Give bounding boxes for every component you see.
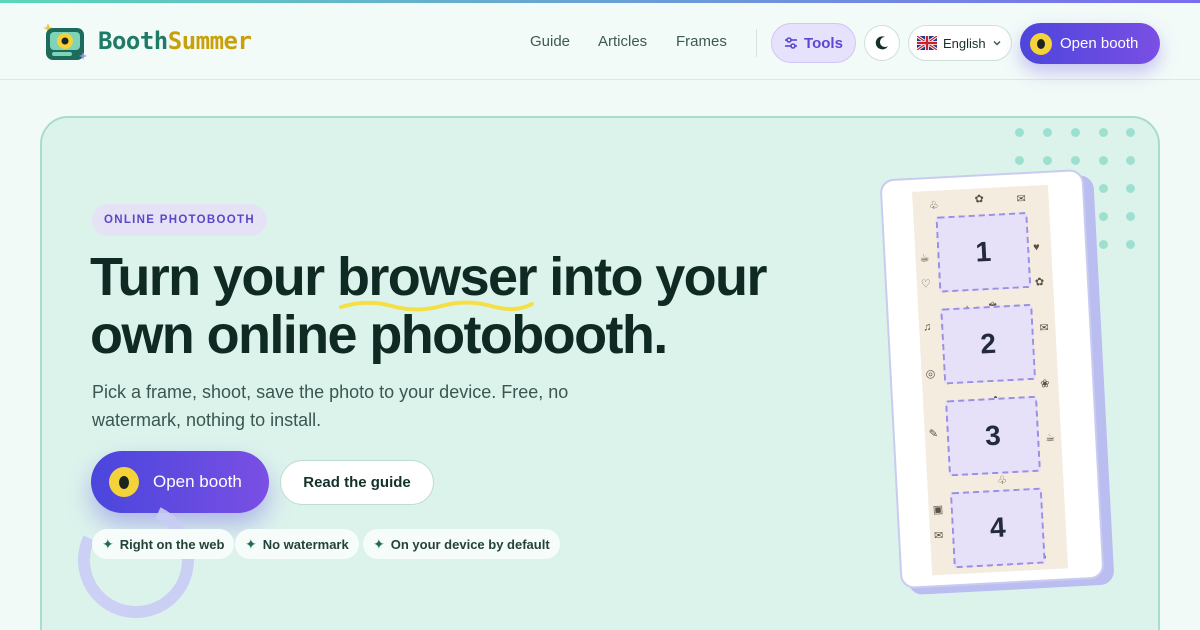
language-select[interactable]: English [908, 25, 1012, 61]
open-booth-header-button[interactable]: Open booth [1020, 23, 1160, 64]
feature-pill-web: ✦ Right on the web [92, 529, 235, 559]
site-header: BoothSummer Guide Articles Frames Tools … [0, 3, 1200, 80]
doodle-icon: ❀ [1040, 378, 1050, 391]
doodle-icon: ✿ [1034, 276, 1045, 289]
nav-link-guide[interactable]: Guide [530, 33, 570, 50]
sparkle-icon: ✦ [245, 535, 257, 552]
hero-headline: Turn your browser into your own online p… [90, 248, 790, 364]
nav-link-articles[interactable]: Articles [598, 33, 647, 50]
sparkle-icon: ✦ [373, 535, 385, 552]
doodle-icon: ◎ [925, 367, 936, 381]
headline-highlight-browser: browser [337, 248, 537, 312]
hero-subtitle: Pick a frame, shoot, save the photo to y… [92, 382, 569, 430]
hero-card: ONLINE PHOTOBOOTH Turn your browser into… [40, 116, 1160, 630]
tools-button[interactable]: Tools [771, 23, 856, 63]
feature-pill-label: On your device by default [390, 536, 550, 552]
chevron-down-icon [993, 40, 1001, 46]
doodle-icon: ♧ [997, 474, 1008, 487]
feature-pill-device: ✦ On your device by default [363, 529, 560, 559]
doodle-icon: ☕ [919, 252, 930, 265]
doodle-icon: ✉ [1039, 321, 1049, 335]
doodle-icon: ✉ [1016, 192, 1027, 206]
tools-button-label: Tools [804, 34, 843, 52]
feature-pill-watermark: ✦ No watermark [235, 529, 359, 559]
photo-frame-4: 4 [949, 487, 1046, 569]
moon-icon [875, 36, 888, 50]
brand-name-part2: Summer [167, 27, 252, 55]
eyebrow-badge: ONLINE PHOTOBOOTH [92, 204, 267, 236]
camera-lens-icon [109, 467, 139, 497]
photo-strip: ♧ ✿ ✉ ☕ ♥ ✿ ♡ ★ ✾ ♫ ✉ ◎ ❀ ✿ ✎ ☕ ♧ ▣ ✉ ♡ … [912, 184, 1069, 576]
brand-name-part1: Booth [98, 27, 168, 55]
theme-toggle-button[interactable] [864, 25, 900, 61]
photo-frame-1: 1 [935, 211, 1032, 293]
camera-lens-icon [1030, 32, 1052, 55]
doodle-icon: ✿ [974, 193, 985, 206]
doodle-icon: ✎ [928, 427, 939, 441]
headline-highlight-photobooth: photobooth [369, 305, 654, 365]
nav-divider [756, 29, 757, 57]
read-guide-button[interactable]: Read the guide [280, 460, 434, 505]
feature-pill-label: No watermark [262, 536, 349, 552]
language-label: English [943, 35, 986, 51]
doodle-icon: ♫ [922, 321, 932, 334]
headline-text-3: . [653, 305, 668, 365]
logo-icon[interactable] [42, 19, 92, 65]
open-booth-cta-label: Open booth [153, 472, 242, 491]
nav-link-frames[interactable]: Frames [676, 33, 727, 50]
sparkle-icon: ✦ [102, 535, 114, 552]
open-booth-header-label: Open booth [1060, 35, 1139, 52]
doodle-icon: ♥ [1032, 241, 1041, 254]
doodle-icon: ✉ [933, 529, 944, 543]
brand-name[interactable]: BoothSummer [98, 27, 252, 55]
squiggle-underline [338, 300, 534, 312]
headline-text-1: Turn your [90, 247, 337, 307]
doodle-icon: ♧ [928, 199, 940, 213]
feature-pill-label: Right on the web [119, 536, 225, 552]
doodle-icon: ▣ [932, 503, 944, 517]
photo-frame-2: 2 [940, 303, 1037, 385]
uk-flag-icon [917, 36, 937, 50]
doodle-icon: ☕ [1044, 431, 1056, 445]
photo-frame-3: 3 [945, 395, 1041, 477]
sliders-icon [785, 37, 798, 49]
photo-strip-preview: ♧ ✿ ✉ ☕ ♥ ✿ ♡ ★ ✾ ♫ ✉ ◎ ❀ ✿ ✎ ☕ ♧ ▣ ✉ ♡ … [879, 168, 1105, 590]
doodle-icon: ♡ [920, 278, 932, 291]
